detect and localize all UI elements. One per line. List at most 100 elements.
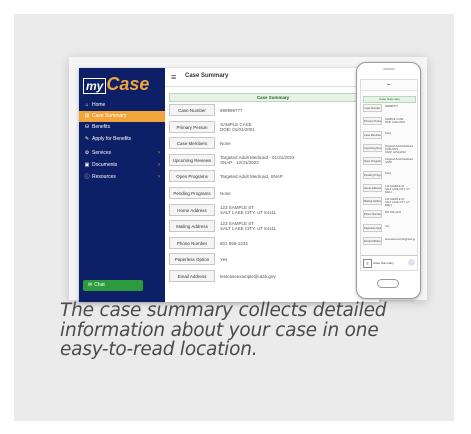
summary-label: Phone Number <box>169 236 215 249</box>
summary-value: Targeted Adult Medicaid - 01/31/2023 SNAP… <box>220 155 370 165</box>
summary-label: Case Members <box>169 137 215 150</box>
phone-summary-value-line: testcaseexample@utah.gov <box>385 238 415 241</box>
phone-menu-icon[interactable]: ≡ <box>363 259 372 268</box>
phone-summary-value: 999999777 <box>385 105 415 108</box>
summary-label: Open Programs <box>169 170 215 183</box>
summary-value-line: None <box>220 141 231 147</box>
sidebar-item-benefits[interactable]: ⛁ Benefits <box>79 122 165 133</box>
summary-label: Email Address <box>169 270 215 282</box>
phone-summary-value: None <box>385 132 415 135</box>
home-icon: ⌂ <box>85 102 89 108</box>
sidebar: my Case ⌂ Home ▤ Case Summary ⛁ Benefits ✎ Apply… <box>79 68 165 302</box>
phone-bottom-bar: ≡ Case Summary <box>361 255 417 270</box>
summary-value: SAMPLE CASE DOB: 01/01/2001 <box>220 122 370 132</box>
sidebar-item-label: Benefits <box>92 124 111 130</box>
phone-summary-value-line: SNAP 12/31/2022 <box>385 150 406 154</box>
summary-value: None <box>220 191 370 196</box>
summary-label: Paperless Option <box>169 253 215 266</box>
sidebar-item-label: Resources <box>92 174 116 180</box>
summary-label: Mailing Address <box>169 220 215 233</box>
chat-button[interactable]: ✉ Chat <box>83 280 143 291</box>
phone-summary-label: Primary Person <box>363 117 382 126</box>
sidebar-item-label: Documents <box>92 162 118 168</box>
phone-summary-value: 801 555-1234 <box>385 211 415 214</box>
sidebar-item-label: Case Summary <box>92 113 127 119</box>
summary-value-line: Targeted Adult Medicaid, SNAP <box>220 174 283 180</box>
summary-label: Upcoming Reviews <box>169 153 215 166</box>
summary-value-line: 801 555-1234 <box>220 240 248 246</box>
menu-icon[interactable]: ≡ <box>171 72 176 82</box>
sidebar-item-label: Services <box>92 150 112 156</box>
summary-value-line: DOB: 01/01/2001 <box>220 126 255 132</box>
phone-summary-label: Pending Programs <box>363 170 382 179</box>
summary-value-line: SALT LAKE CITY, UT 84111 <box>220 209 277 215</box>
summary-value-line: None <box>220 191 231 196</box>
phone-summary-heading: Case Summary <box>363 96 416 103</box>
summary-value-line: Yes <box>220 257 228 263</box>
sidebar-item-resources[interactable]: ⓘ Resources › <box>79 172 165 183</box>
summary-label: Home Address <box>169 203 215 216</box>
top-bar: ≡ Case Summary SC <box>165 68 379 87</box>
sidebar-item-services[interactable]: ⚙ Services › <box>79 148 165 159</box>
phone-avatar[interactable] <box>408 259 415 266</box>
services-icon: ⚙ <box>84 150 90 156</box>
phone-summary-value-line: SALT LAKE CITY, UT 84111 <box>385 201 410 208</box>
phone-speaker <box>383 68 395 70</box>
summary-value-line: testcaseexample@utah.gov <box>220 274 276 279</box>
phone-indicator <box>387 84 390 85</box>
sidebar-item-home[interactable]: ⌂ Home <box>79 100 165 111</box>
phone-summary-value: Targeted Adult Medicaid SNAP <box>385 158 415 164</box>
document-icon: ▤ <box>84 113 90 119</box>
sidebar-item-documents[interactable]: ▣ Documents › <box>79 160 165 171</box>
promo-card: my Case ⌂ Home ▤ Case Summary ⛁ Benefits ✎ Apply… <box>14 14 454 421</box>
summary-value-line: SNAP - 12/31/2022 <box>220 159 259 165</box>
summary-value: Targeted Adult Medicaid, SNAP <box>220 174 370 179</box>
folder-icon: ▣ <box>84 162 90 168</box>
phone-home-button <box>377 279 399 288</box>
info-icon: ⓘ <box>84 174 90 180</box>
chevron-right-icon: › <box>158 150 160 156</box>
desktop-window: my Case ⌂ Home ▤ Case Summary ⛁ Benefits ✎ Apply… <box>79 68 379 302</box>
summary-label: Primary Person <box>169 120 215 133</box>
summary-value: 123 SAMPLE ST SALT LAKE CITY, UT 84111 <box>220 205 370 215</box>
summary-value-line: 999999777 <box>220 108 243 113</box>
phone-summary-value: None <box>385 172 415 175</box>
phone-screen: Case Summary Case Number 999999777 Primary… <box>360 79 418 271</box>
phone-summary-value-line: Yes <box>385 224 390 228</box>
phone-summary-value-line: SALT LAKE CITY, UT 84111 <box>385 187 410 194</box>
summary-value: None <box>220 141 370 146</box>
page-title: Case Summary <box>185 73 229 79</box>
sidebar-item-label: Apply for Benefits <box>92 136 132 142</box>
summary-value: 801 555-1234 <box>220 241 370 246</box>
summary-value: testcaseexample@utah.gov <box>220 274 370 279</box>
summary-label: Case Number <box>169 104 215 116</box>
sidebar-item-apply-for-benefits[interactable]: ✎ Apply for Benefits <box>79 134 165 145</box>
phone-summary-label: Home Address <box>363 183 382 192</box>
phone-summary-value-line: 999999777 <box>385 105 398 108</box>
sidebar-item-label: Home <box>92 102 106 108</box>
phone-summary-value: SAMPLE CASE DOB: 01/01/2001 <box>385 118 415 124</box>
phone-summary-label: Case Number <box>363 104 382 112</box>
summary-value: 123 SAMPLE ST SALT LAKE CITY, UT 84111 <box>220 221 370 231</box>
logo-my: my <box>83 78 107 94</box>
phone-summary-value-line: SNAP <box>385 161 393 165</box>
phone-summary-label: Email Address <box>363 237 382 245</box>
summary-value-line: SALT LAKE CITY, UT 84111 <box>220 226 277 232</box>
phone-summary-label: Phone Number <box>363 210 382 219</box>
summary-heading: Case Summary <box>169 93 377 102</box>
summary-value: Yes <box>220 257 370 262</box>
phone-summary-value: 123 SAMPLE ST SALT LAKE CITY, UT 84111 <box>385 198 415 207</box>
phone-summary-label: Open Programs <box>363 157 382 166</box>
sidebar-item-case-summary[interactable]: ▤ Case Summary <box>79 111 165 122</box>
phone-summary-label: Paperless Option <box>363 223 382 232</box>
phone-summary-label: Upcoming Reviews <box>363 143 382 152</box>
mycase-logo: my Case <box>83 74 159 94</box>
phone-top-bar <box>361 80 417 91</box>
phone-summary-value-line: DOB: 01/01/2001 <box>385 121 406 125</box>
chevron-right-icon: › <box>158 174 160 180</box>
phone-summary-value: testcaseexample@utah.gov <box>385 238 415 241</box>
phone-summary-label: Case Members <box>363 130 382 139</box>
phone-summary-value: 123 SAMPLE ST SALT LAKE CITY, UT 84111 <box>385 185 415 194</box>
caption: The case summary collects detailed infor… <box>60 300 387 360</box>
summary-value: 999999777 <box>220 108 370 113</box>
